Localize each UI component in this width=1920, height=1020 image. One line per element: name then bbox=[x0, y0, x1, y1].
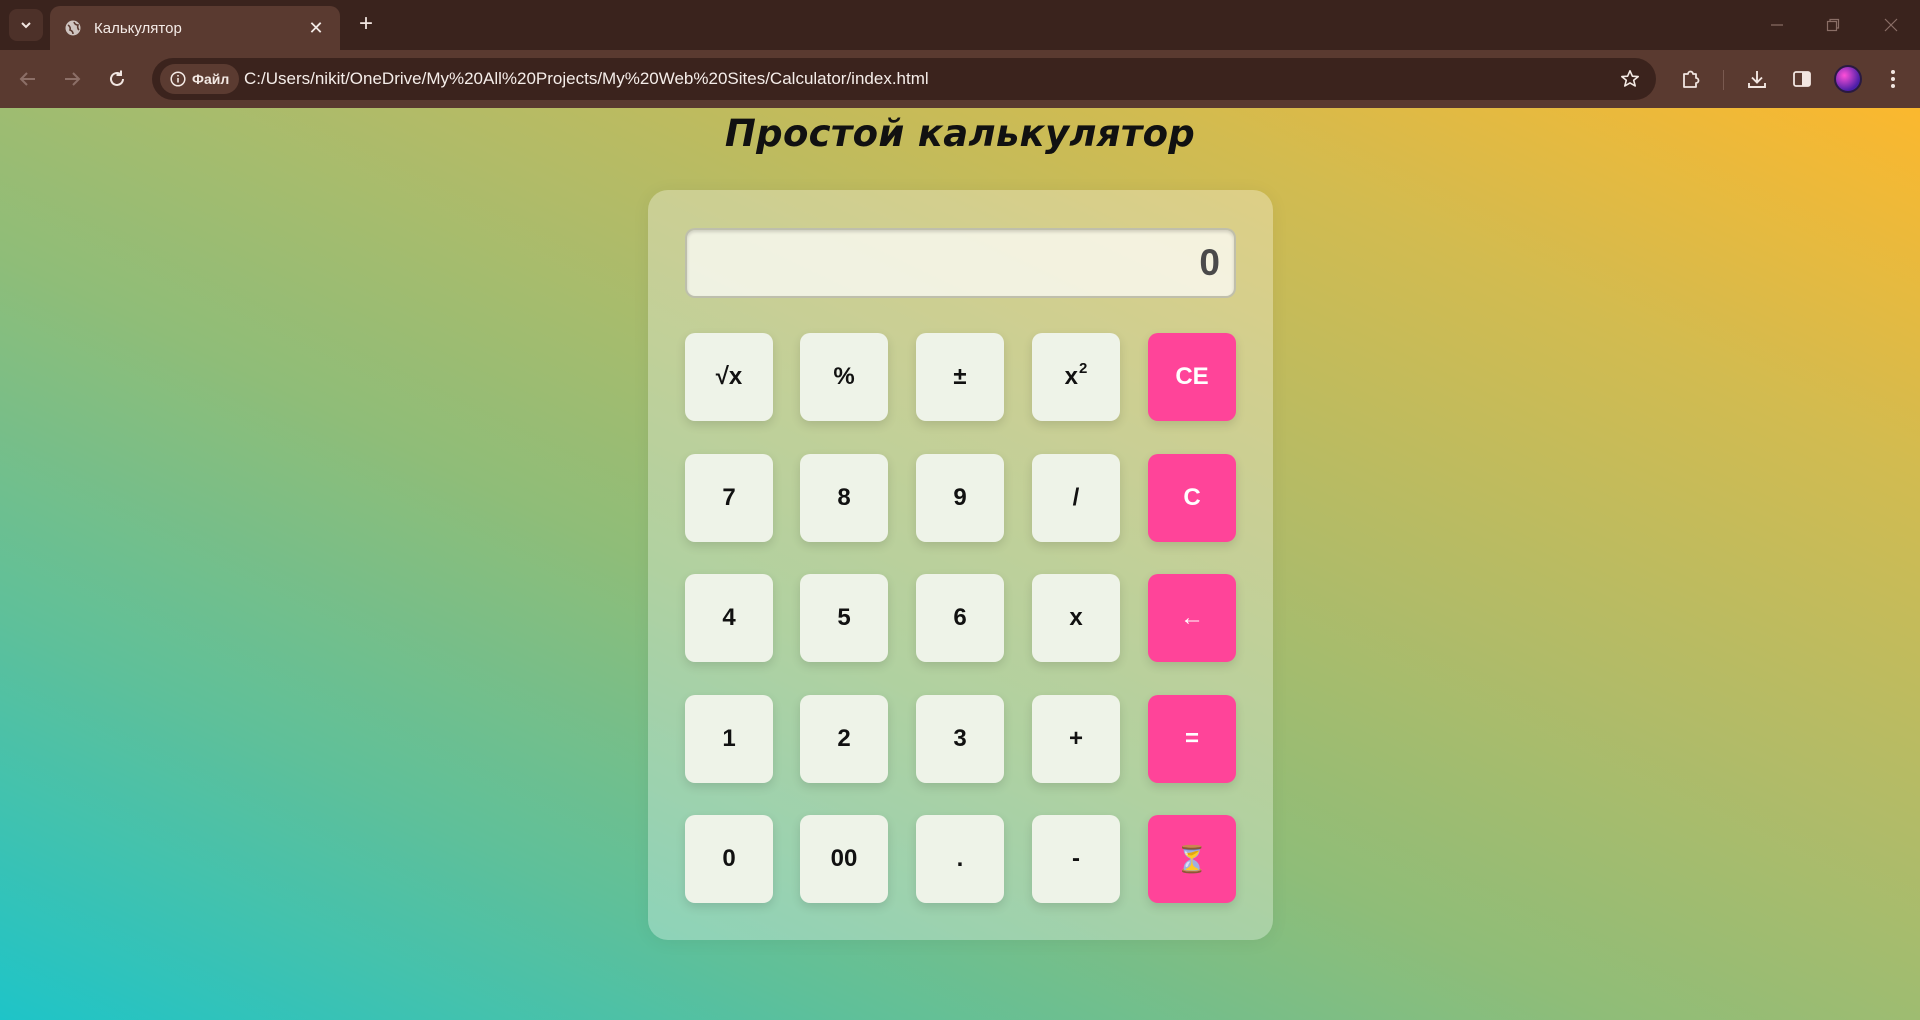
minus-button[interactable]: - bbox=[1032, 815, 1120, 903]
plus-minus-button[interactable]: ± bbox=[916, 333, 1004, 421]
active-tab[interactable]: Калькулятор ✕ bbox=[50, 6, 340, 50]
digit-9-button[interactable]: 9 bbox=[916, 454, 1004, 542]
plus-button[interactable]: + bbox=[1032, 695, 1120, 783]
square-exponent: 2 bbox=[1079, 359, 1088, 377]
calculator: 0 √x % ± x2 CE 7 8 9 / C 4 5 6 x ← 1 2 3… bbox=[648, 190, 1273, 940]
digit-1-button[interactable]: 1 bbox=[685, 695, 773, 783]
close-window-icon[interactable] bbox=[1876, 10, 1906, 40]
digit-6-button[interactable]: 6 bbox=[916, 574, 1004, 662]
more-vertical-icon bbox=[1891, 70, 1895, 88]
tab-title: Калькулятор bbox=[94, 19, 182, 37]
square-base: x bbox=[1064, 363, 1078, 390]
info-icon bbox=[170, 71, 186, 87]
download-icon bbox=[1748, 71, 1766, 88]
history-button[interactable]: ⏳ bbox=[1148, 815, 1236, 903]
reload-button[interactable] bbox=[101, 63, 133, 95]
digit-8-button[interactable]: 8 bbox=[800, 454, 888, 542]
chevron-down-icon bbox=[21, 22, 31, 29]
side-panel-icon bbox=[1793, 71, 1811, 87]
restore-icon[interactable] bbox=[1818, 10, 1848, 40]
tab-strip: Калькулятор ✕ + bbox=[0, 0, 1920, 50]
new-tab-button[interactable]: + bbox=[352, 10, 380, 38]
tab-search-button[interactable] bbox=[9, 9, 43, 41]
forward-button[interactable] bbox=[56, 63, 88, 95]
square-button[interactable]: x2 bbox=[1032, 333, 1120, 421]
percent-button[interactable]: % bbox=[800, 333, 888, 421]
equals-button[interactable]: = bbox=[1148, 695, 1236, 783]
digit-0-button[interactable]: 0 bbox=[685, 815, 773, 903]
arrow-left-icon bbox=[19, 72, 35, 86]
clear-button[interactable]: C bbox=[1148, 454, 1236, 542]
digit-7-button[interactable]: 7 bbox=[685, 454, 773, 542]
address-bar[interactable]: Файл C:/Users/nikit/OneDrive/My%20All%20… bbox=[152, 58, 1656, 100]
clear-entry-button[interactable]: CE bbox=[1148, 333, 1236, 421]
star-icon bbox=[1621, 70, 1639, 87]
digit-3-button[interactable]: 3 bbox=[916, 695, 1004, 783]
digit-5-button[interactable]: 5 bbox=[800, 574, 888, 662]
multiply-button[interactable]: x bbox=[1032, 574, 1120, 662]
divide-button[interactable]: / bbox=[1032, 454, 1120, 542]
close-tab-icon[interactable]: ✕ bbox=[306, 18, 326, 38]
double-zero-button[interactable]: 00 bbox=[800, 815, 888, 903]
url-text: C:/Users/nikit/OneDrive/My%20All%20Proje… bbox=[244, 69, 929, 88]
side-panel-button[interactable] bbox=[1788, 65, 1816, 93]
digit-4-button[interactable]: 4 bbox=[685, 574, 773, 662]
reload-icon bbox=[110, 70, 124, 86]
sqrt-button[interactable]: √x bbox=[685, 333, 773, 421]
digit-2-button[interactable]: 2 bbox=[800, 695, 888, 783]
site-info-label: Файл bbox=[192, 71, 230, 87]
backspace-button[interactable]: ← bbox=[1148, 574, 1236, 662]
puzzle-icon bbox=[1683, 70, 1700, 88]
site-info-chip[interactable]: Файл bbox=[160, 64, 240, 94]
globe-icon bbox=[64, 19, 82, 37]
arrow-right-icon bbox=[65, 72, 81, 86]
browser-toolbar: Файл C:/Users/nikit/OneDrive/My%20All%20… bbox=[0, 50, 1920, 108]
toolbar-divider bbox=[1723, 70, 1724, 90]
browser-menu-button[interactable] bbox=[1879, 65, 1907, 93]
calculator-display: 0 bbox=[685, 228, 1236, 298]
bookmark-button[interactable] bbox=[1618, 67, 1642, 91]
downloads-button[interactable] bbox=[1743, 65, 1771, 93]
extensions-button[interactable] bbox=[1677, 65, 1705, 93]
page-viewport: Простой калькулятор 0 √x % ± x2 CE 7 8 9… bbox=[0, 108, 1920, 1020]
profile-avatar[interactable] bbox=[1834, 65, 1862, 93]
back-button[interactable] bbox=[12, 63, 44, 95]
decimal-button[interactable]: . bbox=[916, 815, 1004, 903]
page-title: Простой калькулятор bbox=[724, 112, 1196, 155]
minimize-icon[interactable] bbox=[1762, 10, 1792, 40]
